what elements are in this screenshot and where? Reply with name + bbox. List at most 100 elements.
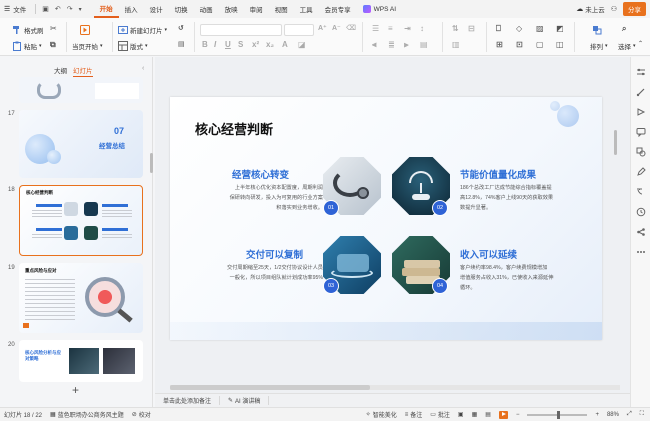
paste-button[interactable]: 粘贴 ▾ (12, 40, 42, 52)
arrange-button[interactable] (592, 24, 602, 36)
slide-thumbnail-19[interactable]: 重点风险与应对 (19, 263, 143, 333)
redo-icon[interactable]: ↷ (64, 5, 76, 13)
font-color-icon[interactable]: A (282, 40, 288, 49)
effects-icon[interactable]: ◫ (556, 40, 564, 49)
tab-tools[interactable]: 工具 (294, 0, 319, 18)
slide-panel-scrollbar[interactable] (150, 153, 153, 173)
subscript-icon[interactable]: x₂ (266, 40, 274, 49)
copy-icon[interactable]: ⧉ (50, 40, 56, 50)
section-icon[interactable]: ▤ (178, 40, 185, 48)
tab-outline[interactable]: 大纲 (54, 65, 67, 77)
tab-animation[interactable]: 动画 (194, 0, 219, 18)
italic-icon[interactable]: I (214, 40, 216, 49)
current-start-label-group[interactable]: 当页开始 ▾ (72, 40, 103, 52)
tab-member[interactable]: 会员专享 (319, 0, 357, 18)
decrease-font-icon[interactable]: A⁻ (332, 24, 341, 32)
tab-view[interactable]: 视图 (269, 0, 294, 18)
animation-icon[interactable] (636, 107, 646, 117)
comment-icon[interactable] (636, 127, 646, 137)
horizontal-scroll-thumb[interactable] (170, 385, 370, 390)
increase-font-icon[interactable]: A⁺ (318, 24, 327, 32)
superscript-icon[interactable]: x² (252, 40, 259, 49)
notes-toggle[interactable]: ≡ 备注 (401, 410, 427, 420)
shape-icon[interactable] (636, 147, 646, 157)
new-slide-button[interactable]: 新建幻灯片 ▾ (118, 24, 167, 36)
clear-format-icon[interactable]: ⌫ (346, 24, 356, 32)
paste-dropdown-icon[interactable]: ▾ (39, 43, 42, 49)
indent-icon[interactable]: ⇥ (404, 24, 411, 33)
tab-slideshow[interactable]: 放映 (219, 0, 244, 18)
zoom-in-icon[interactable]: + (591, 412, 603, 418)
align-center-icon[interactable]: ≣ (388, 40, 395, 49)
line-spacing-icon[interactable]: ↕ (420, 24, 424, 33)
strikethrough-icon[interactable]: S (238, 40, 243, 49)
ribbon-collapse-icon[interactable]: ⌃ (638, 40, 643, 47)
justify-icon[interactable]: ▤ (420, 40, 428, 49)
horizontal-scrollbar[interactable] (170, 385, 620, 390)
tab-transition[interactable]: 切换 (169, 0, 194, 18)
font-size-select[interactable] (284, 24, 314, 36)
align-right-icon[interactable]: ⫸ (404, 40, 409, 50)
ai-speech-button[interactable]: ✎ AI 演讲稿 (220, 396, 270, 405)
fit-window-icon[interactable]: ⤢ (623, 411, 636, 418)
tab-design[interactable]: 设计 (144, 0, 169, 18)
add-slide-icon[interactable]: + (72, 383, 79, 397)
underline-icon[interactable]: U (225, 40, 231, 49)
picture-icon[interactable]: ▨ (536, 24, 544, 33)
sorter-view-icon[interactable]: ▦ (468, 411, 482, 418)
zoom-slider[interactable] (523, 410, 591, 419)
tab-review[interactable]: 审阅 (244, 0, 269, 18)
slideshow-button[interactable] (495, 410, 512, 419)
reset-icon[interactable]: ↺ (178, 24, 184, 32)
normal-view-icon[interactable]: ▣ (454, 411, 468, 418)
layout-button[interactable]: 版式 ▾ (118, 40, 148, 52)
tab-insert[interactable]: 插入 (119, 0, 144, 18)
arrange-label-group[interactable]: 排列 ▾ (590, 40, 608, 52)
find-icon[interactable]: ⌕ (622, 24, 626, 34)
zoom-out-icon[interactable]: − (512, 412, 524, 418)
comments-toggle[interactable]: ▭ 批注 (426, 410, 454, 419)
slide-thumbnail-18[interactable]: 核心经营判断 (19, 185, 143, 256)
font-family-select[interactable] (200, 24, 282, 36)
cloud-status[interactable]: ☁ 未上云 (576, 4, 605, 14)
theme-indicator[interactable]: ▦ 蓝色职场办公商务风主题 (46, 410, 128, 419)
bold-icon[interactable]: B (202, 40, 208, 49)
bullets-icon[interactable]: ☰ (372, 24, 379, 33)
history-icon[interactable] (636, 207, 646, 217)
more-icon[interactable]: ▾ (76, 6, 94, 13)
numbering-icon[interactable]: ≡ (388, 24, 393, 33)
arrange-grid-icon[interactable]: ⊡ (516, 40, 523, 49)
zoom-knob[interactable] (557, 410, 561, 419)
tab-home[interactable]: 开始 (93, 0, 119, 18)
more-tools-icon[interactable] (636, 247, 646, 257)
current-start-button[interactable] (80, 24, 90, 36)
highlight-icon[interactable]: ◪ (298, 40, 306, 49)
pen-icon[interactable] (636, 167, 646, 177)
slide-thumbnail-17[interactable]: 07 经营总结 (19, 110, 143, 178)
zoom-level[interactable]: 88% (603, 412, 623, 418)
cut-icon[interactable]: ✂ (50, 24, 57, 33)
format-painter-button[interactable]: 格式刷 (12, 24, 44, 36)
slide-18[interactable]: 核心经营判断 经营核心转变 上半年核心优化资本配置度，周期利润 保研转向研发，投… (170, 97, 602, 340)
undo-icon[interactable]: ↶ (52, 5, 64, 13)
share-button[interactable]: 分享 (623, 2, 646, 16)
collab-icon[interactable]: ⚇ (611, 5, 617, 13)
text-direction-icon[interactable]: ⇅ (452, 24, 459, 33)
properties-icon[interactable] (636, 67, 646, 77)
outline-icon[interactable]: ▢ (536, 40, 544, 49)
notes-placeholder[interactable]: 单击此处添加备注 (155, 396, 221, 405)
fill-icon[interactable]: ◩ (556, 24, 564, 33)
select-button[interactable]: 选择 ▾ (618, 40, 636, 52)
translate-icon[interactable] (636, 187, 646, 197)
text-box-icon[interactable]: ⎕ (496, 24, 501, 34)
shape-style-icon[interactable]: ⊞ (496, 40, 503, 49)
proofing-button[interactable]: ⊘ 校对 (128, 410, 155, 419)
tab-slides[interactable]: 幻灯片 (73, 65, 93, 77)
file-menu[interactable]: ☰ 文件 (0, 0, 32, 18)
slide-thumbnail-16[interactable] (19, 77, 143, 103)
wps-ai-button[interactable]: WPS AI (357, 0, 402, 18)
fullscreen-icon[interactable]: ⛶ (636, 411, 650, 418)
vertical-scroll-thumb[interactable] (614, 130, 617, 155)
columns-icon[interactable]: ▥ (452, 40, 460, 49)
align-left-icon[interactable]: ⫷ (372, 40, 377, 50)
